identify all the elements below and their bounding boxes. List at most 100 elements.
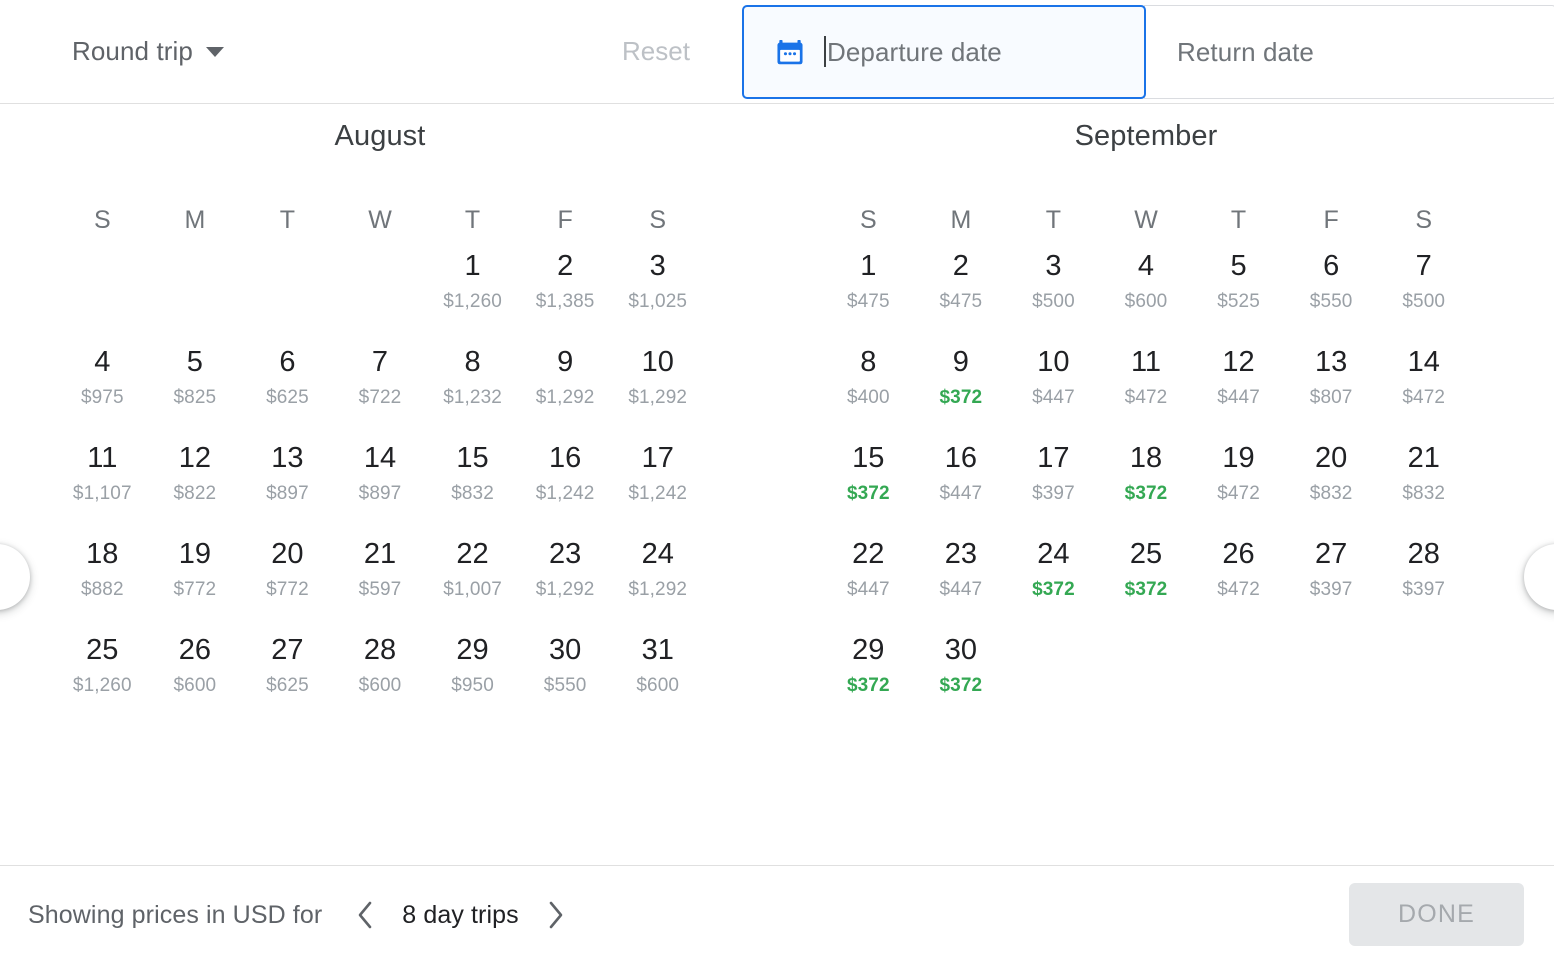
day-cell[interactable]: 20 $772	[241, 535, 334, 631]
day-cell[interactable]: 8 $400	[822, 343, 915, 439]
day-cell[interactable]: 3 $500	[1007, 247, 1100, 343]
day-cell[interactable]: 27 $397	[1285, 535, 1378, 631]
day-cell[interactable]: 8 $1,232	[426, 343, 519, 439]
day-cell[interactable]: 5 $825	[149, 343, 242, 439]
day-price: $597	[358, 579, 402, 600]
trip-type-dropdown[interactable]: Round trip	[72, 36, 224, 67]
day-cell[interactable]: 29 $372	[822, 631, 915, 727]
day-cell[interactable]: 26 $600	[149, 631, 242, 727]
day-price: $472	[1402, 387, 1446, 408]
day-cell[interactable]: 7 $500	[1377, 247, 1470, 343]
day-number: 11	[87, 442, 118, 474]
text-cursor	[824, 36, 826, 67]
day-price: $397	[1309, 579, 1353, 600]
day-number: 26	[1222, 538, 1255, 570]
day-cell[interactable]: 12 $822	[149, 439, 242, 535]
day-cell[interactable]: 21 $832	[1377, 439, 1470, 535]
decrease-trip-length-button[interactable]	[348, 898, 382, 932]
day-cell[interactable]: 1 $475	[822, 247, 915, 343]
day-price: $1,292	[535, 579, 595, 600]
day-cell[interactable]: 11 $472	[1100, 343, 1193, 439]
next-month-button[interactable]	[1524, 544, 1554, 610]
day-cell[interactable]: 10 $1,292	[611, 343, 704, 439]
prev-month-button[interactable]	[0, 544, 30, 610]
day-cell[interactable]: 30 $372	[915, 631, 1008, 727]
day-cell[interactable]: 2 $1,385	[519, 247, 612, 343]
day-cell[interactable]: 25 $1,260	[56, 631, 149, 727]
day-cell[interactable]: 4 $600	[1100, 247, 1193, 343]
day-cell[interactable]: 18 $882	[56, 535, 149, 631]
day-cell[interactable]: 24 $372	[1007, 535, 1100, 631]
day-cell[interactable]: 22 $1,007	[426, 535, 519, 631]
day-cell[interactable]: 13 $897	[241, 439, 334, 535]
day-cell[interactable]: 28 $397	[1377, 535, 1470, 631]
day-cell[interactable]: 7 $722	[334, 343, 427, 439]
day-number: 6	[1323, 250, 1340, 282]
day-cell[interactable]: 11 $1,107	[56, 439, 149, 535]
day-cell[interactable]: 16 $1,242	[519, 439, 612, 535]
day-price: $1,292	[535, 387, 595, 408]
day-cell[interactable]: 20 $832	[1285, 439, 1378, 535]
day-number: 6	[279, 346, 296, 378]
day-cell[interactable]: 2 $475	[915, 247, 1008, 343]
day-cell[interactable]: 26 $472	[1192, 535, 1285, 631]
day-price: $1,242	[628, 483, 688, 504]
day-cell[interactable]: 12 $447	[1192, 343, 1285, 439]
day-cell[interactable]: 24 $1,292	[611, 535, 704, 631]
day-cell[interactable]: 15 $832	[426, 439, 519, 535]
day-number: 22	[456, 538, 489, 570]
return-date-field[interactable]: Return date	[1144, 5, 1554, 99]
return-date-input[interactable]: Return date	[1177, 37, 1314, 68]
day-cell[interactable]: 19 $772	[149, 535, 242, 631]
day-cell[interactable]: 21 $597	[334, 535, 427, 631]
day-cell[interactable]: 17 $1,242	[611, 439, 704, 535]
day-cell[interactable]: 27 $625	[241, 631, 334, 727]
day-cell[interactable]: 3 $1,025	[611, 247, 704, 343]
day-cell[interactable]: 22 $447	[822, 535, 915, 631]
day-cell[interactable]: 19 $472	[1192, 439, 1285, 535]
day-number: 9	[952, 346, 969, 378]
increase-trip-length-button[interactable]	[539, 898, 573, 932]
departure-date-input[interactable]: Departure date	[824, 36, 1002, 68]
day-cell[interactable]: 25 $372	[1100, 535, 1193, 631]
day-number: 25	[86, 634, 119, 666]
day-price: $882	[80, 579, 124, 600]
day-cell[interactable]: 6 $550	[1285, 247, 1378, 343]
day-price: $950	[451, 675, 494, 696]
day-cell[interactable]: 18 $372	[1100, 439, 1193, 535]
day-cell[interactable]: 28 $600	[334, 631, 427, 727]
day-number: 19	[1222, 442, 1255, 474]
day-cell[interactable]: 30 $550	[519, 631, 612, 727]
day-cell[interactable]: 15 $372	[822, 439, 915, 535]
done-button[interactable]: DONE	[1349, 883, 1524, 946]
month-september: September S M T W T F S 1 $475 2 $475 3 $500 4 $600 5 $…	[796, 120, 1496, 865]
day-cell[interactable]: 5 $525	[1192, 247, 1285, 343]
day-cell[interactable]: 17 $397	[1007, 439, 1100, 535]
day-number: 1	[860, 250, 877, 282]
chevron-down-icon	[205, 46, 224, 57]
day-cell[interactable]: 23 $447	[915, 535, 1008, 631]
day-cell[interactable]: 9 $1,292	[519, 343, 612, 439]
weekday-label: T	[464, 206, 481, 234]
day-cell[interactable]: 14 $897	[334, 439, 427, 535]
day-cell[interactable]: 29 $950	[426, 631, 519, 727]
day-cell[interactable]: 13 $807	[1285, 343, 1378, 439]
day-cell[interactable]: 10 $447	[1007, 343, 1100, 439]
day-price: $472	[1217, 579, 1260, 600]
day-number: 17	[641, 442, 674, 474]
day-cell[interactable]: 6 $625	[241, 343, 334, 439]
weekday-label: M	[950, 206, 972, 234]
day-number: 29	[852, 634, 885, 666]
day-cell[interactable]: 9 $372	[915, 343, 1008, 439]
day-cell[interactable]: 23 $1,292	[519, 535, 612, 631]
month-title: September	[1074, 120, 1218, 152]
day-cell[interactable]: 31 $600	[611, 631, 704, 727]
reset-button[interactable]: Reset	[622, 36, 690, 67]
day-number: 19	[178, 538, 211, 570]
day-cell[interactable]: 16 $447	[915, 439, 1008, 535]
day-cell[interactable]: 4 $975	[56, 343, 149, 439]
day-cell[interactable]: 14 $472	[1377, 343, 1470, 439]
departure-date-field[interactable]: Departure date	[742, 5, 1146, 99]
day-cell[interactable]: 1 $1,260	[426, 247, 519, 343]
picker-header: Round trip Reset Departure date Return d…	[0, 0, 1554, 104]
